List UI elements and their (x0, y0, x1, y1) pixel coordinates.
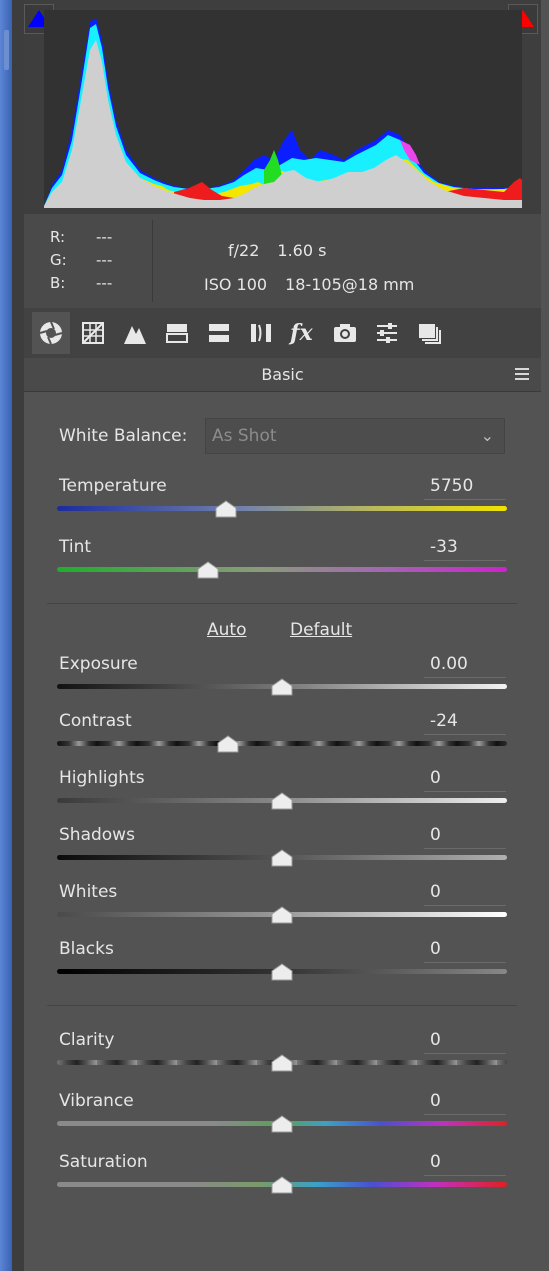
g-value: --- (96, 251, 113, 269)
white-balance-label: White Balance: (59, 426, 188, 446)
grid-icon (82, 322, 104, 344)
tab-snapshots[interactable] (410, 312, 448, 354)
shutter-speed: 1.60 s (277, 241, 327, 260)
saturation-label: Saturation (59, 1152, 148, 1172)
clarity-thumb[interactable] (271, 1054, 293, 1072)
window-edge (0, 0, 12, 1271)
shadows-slider[interactable]: Shadows 0 (57, 825, 507, 875)
tab-hsl[interactable] (158, 312, 196, 354)
iso: ISO 100 (204, 275, 268, 294)
svg-text:fx: fx (288, 320, 313, 346)
tab-detail[interactable] (116, 312, 154, 354)
presets-icon (419, 324, 441, 344)
tab-presets[interactable] (368, 312, 406, 354)
auto-link[interactable]: Auto (207, 620, 246, 640)
exposure-value[interactable]: 0.00 (424, 654, 506, 678)
panel-tabs: fx (24, 308, 541, 358)
tint-value[interactable]: -33 (424, 537, 506, 561)
blacks-value[interactable]: 0 (424, 939, 506, 963)
chevron-down-icon: ⌄ (480, 426, 494, 445)
clarity-value[interactable]: 0 (424, 1030, 506, 1054)
shadows-value[interactable]: 0 (424, 825, 506, 849)
split-toning-icon (209, 324, 229, 342)
highlights-value[interactable]: 0 (424, 768, 506, 792)
tint-thumb[interactable] (197, 561, 219, 579)
r-value: --- (96, 228, 113, 246)
tab-split-toning[interactable] (200, 312, 238, 354)
tab-tone-curve[interactable] (74, 312, 112, 354)
saturation-slider[interactable]: Saturation 0 (57, 1152, 507, 1202)
vibrance-thumb[interactable] (271, 1115, 293, 1133)
histogram (44, 10, 522, 208)
clarity-slider[interactable]: Clarity 0 (57, 1030, 507, 1080)
vibrance-slider[interactable]: Vibrance 0 (57, 1091, 507, 1141)
saturation-thumb[interactable] (271, 1176, 293, 1194)
g-label: G: (50, 251, 67, 269)
whites-slider[interactable]: Whites 0 (57, 882, 507, 932)
white-balance-select[interactable]: As Shot ⌄ (205, 418, 505, 454)
tab-camera-calibration[interactable] (326, 312, 364, 354)
scrollbar-thumb[interactable] (4, 30, 9, 70)
blacks-slider[interactable]: Blacks 0 (57, 939, 507, 989)
b-value: --- (96, 274, 113, 292)
sliders-icon (377, 323, 397, 343)
histogram-graph (44, 18, 522, 208)
tab-effects[interactable]: fx (284, 312, 322, 354)
temperature-thumb[interactable] (215, 500, 237, 518)
highlights-thumb[interactable] (271, 792, 293, 810)
readout-area: R: --- G: --- B: --- f/22 1.60 s ISO 100 18-1… (24, 214, 541, 308)
divider (47, 1005, 517, 1006)
rgb-readout: R: --- G: --- B: --- (50, 226, 112, 295)
highlights-slider[interactable]: Highlights 0 (57, 768, 507, 818)
r-label: R: (50, 228, 66, 246)
highlights-label: Highlights (59, 768, 145, 788)
exposure-thumb[interactable] (271, 678, 293, 696)
b-label: B: (50, 274, 66, 292)
white-balance-value: As Shot (212, 426, 277, 446)
contrast-slider[interactable]: Contrast -24 (57, 711, 507, 761)
whites-value[interactable]: 0 (424, 882, 506, 906)
exposure-slider[interactable]: Exposure 0.00 (57, 654, 507, 704)
aperture-icon (39, 321, 63, 345)
blacks-label: Blacks (59, 939, 114, 959)
shadows-thumb[interactable] (271, 849, 293, 867)
tab-lens-corrections[interactable] (242, 312, 280, 354)
whites-thumb[interactable] (271, 906, 293, 924)
mountains-icon (124, 326, 146, 344)
histogram-area (24, 0, 541, 214)
temperature-slider[interactable]: Temperature 5750 (57, 476, 507, 526)
tab-basic[interactable] (32, 312, 70, 354)
aperture: f/22 (228, 241, 260, 260)
vibrance-label: Vibrance (59, 1091, 134, 1111)
fx-icon: fx (288, 320, 313, 346)
temperature-value[interactable]: 5750 (424, 476, 506, 500)
section-header: Basic (24, 358, 541, 392)
exposure-label: Exposure (59, 654, 138, 674)
lens-correction-icon (251, 324, 271, 342)
vibrance-value[interactable]: 0 (424, 1091, 506, 1115)
tint-slider[interactable]: Tint -33 (57, 537, 507, 587)
divider (47, 603, 517, 604)
clarity-label: Clarity (59, 1030, 115, 1050)
tint-label: Tint (59, 537, 92, 557)
section-title: Basic (261, 365, 304, 384)
default-link[interactable]: Default (290, 620, 352, 640)
split-bars-icon (166, 324, 188, 343)
exif-readout: f/22 1.60 s ISO 100 18-105@18 mm (152, 234, 541, 302)
saturation-value[interactable]: 0 (424, 1152, 506, 1176)
contrast-label: Contrast (59, 711, 132, 731)
camera-icon (334, 324, 356, 342)
temperature-label: Temperature (59, 476, 167, 496)
panel-edge (12, 0, 24, 1271)
menu-icon[interactable] (515, 368, 529, 380)
contrast-thumb[interactable] (217, 735, 239, 753)
blacks-thumb[interactable] (271, 963, 293, 981)
shadows-label: Shadows (59, 825, 135, 845)
contrast-value[interactable]: -24 (424, 711, 506, 735)
lens: 18-105@18 mm (285, 275, 415, 294)
whites-label: Whites (59, 882, 118, 902)
